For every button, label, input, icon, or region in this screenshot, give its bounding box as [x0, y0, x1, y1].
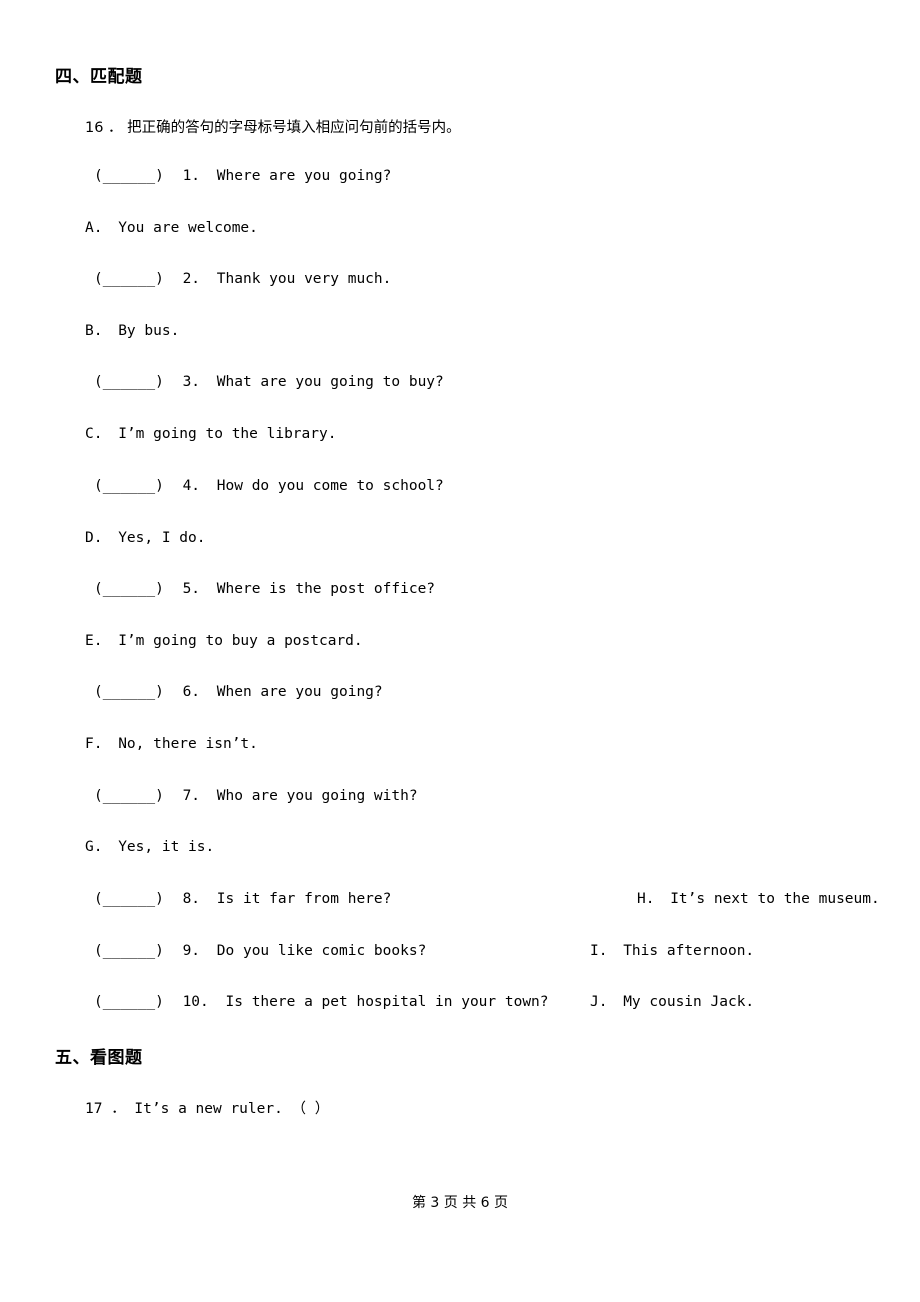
question-number: 1. [182, 168, 201, 184]
option-text: This afternoon. [623, 943, 755, 959]
page-footer: 第 3 页 共 6 页 [411, 1195, 509, 1211]
answer-blank[interactable]: (______) [94, 168, 164, 184]
answer-option-row: J. My cousin Jack. [590, 994, 754, 1010]
picture-question-17: 17 ． It’s a new ruler. （ ） [85, 1101, 330, 1117]
option-text: By bus. [118, 323, 180, 339]
option-text: It’s next to the museum. [670, 891, 880, 907]
option-label: E. [85, 633, 103, 649]
question-number: 8. [182, 891, 201, 907]
question-text: Is there a pet hospital in your town? [225, 994, 549, 1010]
matching-question-row: (______) 3. What are you going to buy? [94, 374, 444, 390]
question-text: Who are you going with? [216, 788, 418, 804]
answer-option-row: I. This afternoon. [590, 943, 754, 959]
question-number: 3. [182, 374, 201, 390]
section-heading-matching: 四、匹配题 [55, 67, 143, 87]
answer-blank[interactable]: (______) [94, 788, 164, 804]
question-text: Where is the post office? [216, 581, 436, 597]
option-label: C. [85, 426, 103, 442]
question-text: How do you come to school? [216, 478, 444, 494]
matching-question-row: (______) 1. Where are you going? [94, 168, 391, 184]
answer-option-row: H. It’s next to the museum. [637, 891, 880, 907]
option-label: H. [637, 891, 655, 907]
question-text: When are you going? [216, 684, 383, 700]
answer-blank[interactable]: (______) [94, 994, 164, 1010]
option-label: J. [590, 994, 608, 1010]
option-text: No, there isn’t. [118, 736, 258, 752]
option-text: Yes, it is. [118, 839, 215, 855]
option-text: I’m going to the library. [118, 426, 337, 442]
matching-question-row: (______) 5. Where is the post office? [94, 581, 435, 597]
matching-question-row: (______) 6. When are you going? [94, 684, 383, 700]
matching-question-row: (______) 8. Is it far from here? [94, 891, 391, 907]
answer-option-row: C. I’m going to the library. [85, 426, 336, 442]
question-number: 7. [182, 788, 201, 804]
answer-option-row: G. Yes, it is. [85, 839, 214, 855]
question-number: 6. [182, 684, 201, 700]
option-label: D. [85, 530, 103, 546]
matching-question-row: (______) 7. Who are you going with? [94, 788, 418, 804]
answer-blank[interactable]: (______) [94, 478, 164, 494]
option-text: I’m going to buy a postcard. [118, 633, 363, 649]
question-number: 9. [182, 943, 201, 959]
matching-question-row: (______) 2. Thank you very much. [94, 271, 391, 287]
answer-blank[interactable]: (______) [94, 581, 164, 597]
answer-blank[interactable]: (______) [94, 891, 164, 907]
question-text: Is it far from here? [216, 891, 392, 907]
option-label: A. [85, 220, 103, 236]
matching-question-row: (______) 4. How do you come to school? [94, 478, 444, 494]
answer-option-row: A. You are welcome. [85, 220, 258, 236]
answer-option-row: F. No, there isn’t. [85, 736, 258, 752]
matching-instruction: 16 ． 把正确的答句的字母标号填入相应问句前的括号内。 [85, 120, 461, 136]
question-number: 5. [182, 581, 201, 597]
answer-blank[interactable]: (______) [94, 271, 164, 287]
answer-blank[interactable]: (______) [94, 943, 164, 959]
question-number: 4. [182, 478, 201, 494]
option-text: Yes, I do. [118, 530, 206, 546]
option-label: I. [590, 943, 608, 959]
question-text: Where are you going? [216, 168, 392, 184]
question-text: Thank you very much. [216, 271, 392, 287]
option-label: B. [85, 323, 103, 339]
matching-question-row: (______) 9. Do you like comic books? [94, 943, 426, 959]
option-text: You are welcome. [118, 220, 258, 236]
answer-blank[interactable]: (______) [94, 684, 164, 700]
answer-blank[interactable]: (______) [94, 374, 164, 390]
option-label: F. [85, 736, 103, 752]
exam-page: 四、匹配题 16 ． 把正确的答句的字母标号填入相应问句前的括号内。 (____… [0, 0, 920, 1302]
answer-option-row: D. Yes, I do. [85, 530, 206, 546]
option-label: G. [85, 839, 103, 855]
option-text: My cousin Jack. [623, 994, 755, 1010]
question-number: 10. [182, 994, 209, 1010]
section-heading-picture: 五、看图题 [55, 1048, 143, 1068]
question-number: 2. [182, 271, 201, 287]
question-text: What are you going to buy? [216, 374, 444, 390]
answer-option-row: B. By bus. [85, 323, 179, 339]
question-text: Do you like comic books? [216, 943, 427, 959]
matching-question-row: (______) 10. Is there a pet hospital in … [94, 994, 549, 1010]
answer-option-row: E. I’m going to buy a postcard. [85, 633, 363, 649]
